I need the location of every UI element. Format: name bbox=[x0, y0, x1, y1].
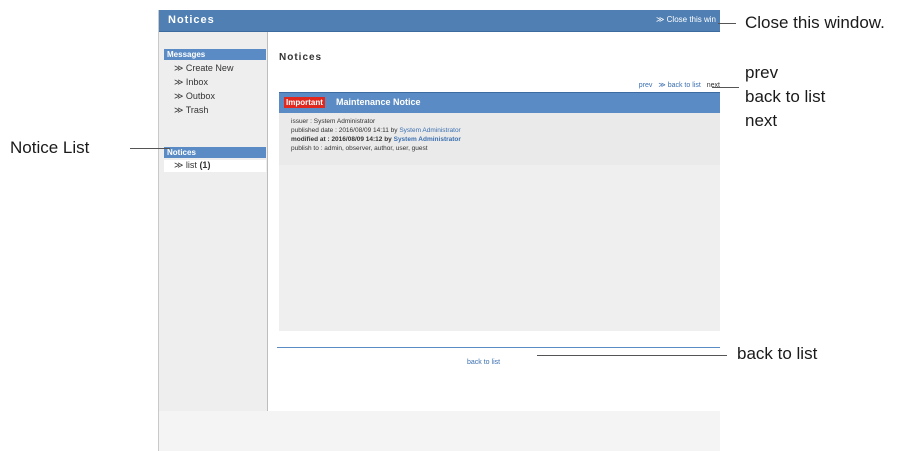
notice-title: Maintenance Notice bbox=[336, 97, 421, 107]
sidebar-item-outbox[interactable]: ≫ Outbox bbox=[174, 91, 215, 102]
callout-back-bottom: back to list bbox=[737, 344, 818, 363]
sidebar-item-list-label: ≫ list bbox=[174, 160, 200, 170]
sidebar-item-notice-list[interactable]: ≫ list (1) bbox=[164, 160, 266, 172]
callout-line-back-bottom bbox=[537, 355, 727, 356]
prev-link[interactable]: prev bbox=[639, 82, 653, 89]
published-line: published date : 2016/08/09 14:11 by Sys… bbox=[291, 127, 461, 134]
published-author-link[interactable]: System Administrator bbox=[399, 127, 460, 134]
callout-prev: prev bbox=[745, 63, 779, 82]
sidebar-item-list-text: ≫ list (1) bbox=[174, 160, 210, 171]
window-title: Notices bbox=[168, 14, 215, 26]
callout-close: Close this window. bbox=[745, 13, 885, 32]
callout-back: back to list bbox=[745, 87, 826, 106]
back-to-list-bottom-link[interactable]: back to list bbox=[467, 359, 500, 366]
modified-text: modified at : 2016/08/09 14:12 by bbox=[291, 136, 394, 143]
sidebar-item-inbox[interactable]: ≫ Inbox bbox=[174, 77, 208, 88]
back-to-list-link[interactable]: ≫ back to list bbox=[658, 82, 700, 89]
title-bar: Notices ≫ Close this win bbox=[159, 10, 720, 32]
callout-line-close bbox=[718, 23, 736, 24]
notice-meta: issuer : System Administrator published … bbox=[279, 113, 720, 165]
sidebar-item-trash[interactable]: ≫ Trash bbox=[174, 105, 208, 116]
notice-nav: prev ≫ back to list next bbox=[639, 81, 720, 89]
notice-body: issuer : System Administrator published … bbox=[279, 113, 720, 331]
modified-author-link[interactable]: System Administrator bbox=[394, 136, 461, 143]
callout-line-nav bbox=[712, 87, 739, 88]
notices-window: Notices ≫ Close this win Messages ≫ Crea… bbox=[158, 10, 720, 451]
important-badge: Important bbox=[284, 97, 325, 108]
divider bbox=[277, 347, 720, 348]
notice-header: Important Maintenance Notice bbox=[279, 92, 720, 113]
callout-line-notice-list bbox=[130, 148, 170, 149]
publish-to-line: publish to : admin, observer, author, us… bbox=[291, 145, 428, 152]
sidebar-header-notices: Notices bbox=[164, 147, 266, 158]
notice-count: (1) bbox=[199, 160, 211, 170]
page-title: Notices bbox=[279, 52, 323, 63]
callout-next: next bbox=[745, 111, 778, 130]
modified-line: modified at : 2016/08/09 14:12 by System… bbox=[291, 136, 461, 143]
sidebar-item-create-new[interactable]: ≫ Create New bbox=[174, 63, 233, 74]
sidebar-header-messages: Messages bbox=[164, 49, 266, 60]
issuer-line: issuer : System Administrator bbox=[291, 118, 376, 125]
sidebar: Messages ≫ Create New ≫ Inbox ≫ Outbox ≫… bbox=[159, 32, 268, 411]
close-window-link[interactable]: ≫ Close this win bbox=[656, 15, 716, 24]
published-text: published date : 2016/08/09 14:11 by bbox=[291, 127, 400, 134]
callout-notice-list: Notice List bbox=[10, 138, 90, 157]
